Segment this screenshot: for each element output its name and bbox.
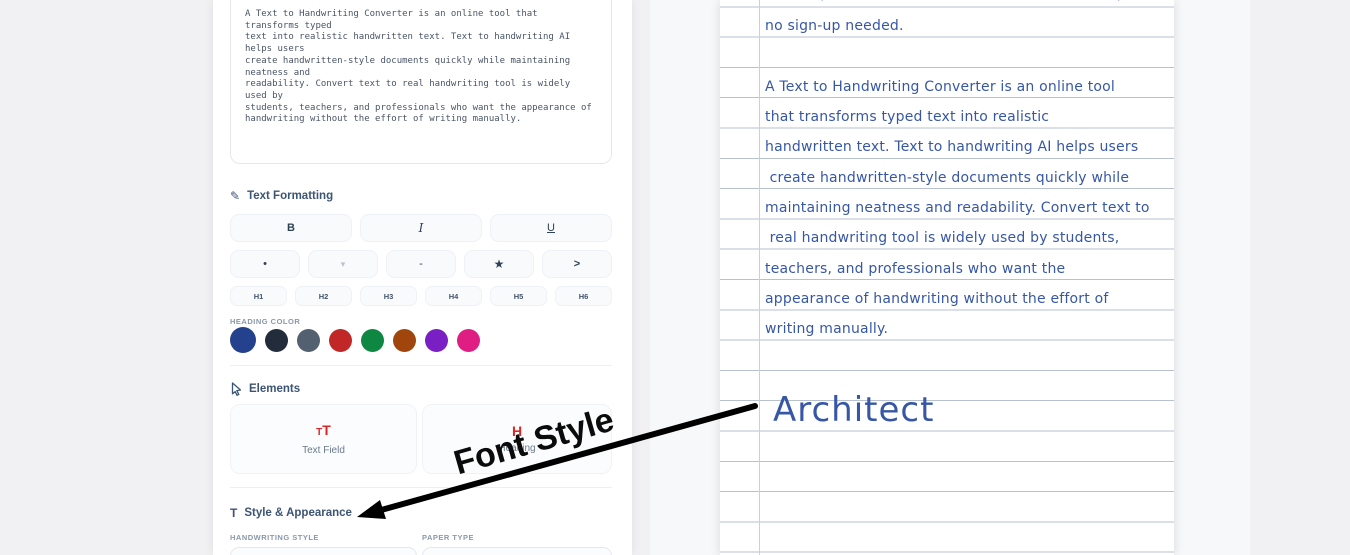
paper-type-label: PAPER TYPE [422, 533, 474, 542]
handwriting-line: no sign-up needed. [765, 18, 904, 34]
handwriting-line: that transforms typed text into realisti… [765, 109, 1049, 125]
handwriting-line: the tool, and download as PNG or PDF 100… [765, 0, 1122, 3]
elements-header: Elements [230, 382, 300, 396]
format-button-row: B I U [230, 214, 612, 242]
handwriting-style-label: HANDWRITING STYLE [230, 533, 319, 542]
page: A Text to Handwriting Converter is an on… [0, 0, 1350, 555]
underline-button[interactable]: U [490, 214, 612, 242]
handwriting-line: A Text to Handwriting Converter is an on… [765, 79, 1115, 95]
color-swatch-purple[interactable] [425, 329, 448, 352]
heading-color-label: HEADING COLOR [230, 317, 300, 326]
color-swatch-slate[interactable] [297, 329, 320, 352]
text-field-label: Text Field [302, 445, 345, 456]
paper-type-select[interactable] [422, 547, 612, 555]
text-formatting-title: Text Formatting [247, 190, 333, 202]
pencil-icon: ✎ [230, 190, 240, 202]
handwriting-paper-preview: the tool, and download as PNG or PDF 100… [720, 0, 1174, 555]
text-field-icon: TT [316, 423, 331, 440]
style-appearance-header: T Style & Appearance [230, 507, 352, 519]
divider [230, 487, 612, 488]
bullet-list-button[interactable]: • [230, 250, 300, 278]
handwriting-line: appearance of handwriting without the ef… [765, 291, 1109, 307]
handwriting-line: writing manually. [765, 321, 888, 337]
elements-title: Elements [249, 383, 300, 395]
handwriting-style-select[interactable] [230, 547, 417, 555]
color-swatch-brown[interactable] [393, 329, 416, 352]
text-formatting-header: ✎ Text Formatting [230, 190, 333, 202]
heading-button-row: H1 H2 H3 H4 H5 H6 [230, 286, 612, 306]
h5-button[interactable]: H5 [490, 286, 547, 306]
list-button-row: • ▾ - ★ > [230, 250, 612, 278]
handwriting-line: teachers, and professionals who want the [765, 261, 1065, 277]
element-card-heading[interactable]: H Heading [422, 404, 612, 474]
chevron-down-button[interactable]: ▾ [308, 250, 378, 278]
element-card-text-field[interactable]: TT Text Field [230, 404, 417, 474]
style-appearance-title: Style & Appearance [244, 507, 352, 519]
heading-color-swatches [230, 327, 480, 353]
star-list-button[interactable]: ★ [464, 250, 534, 278]
color-swatch-navy[interactable] [230, 327, 256, 353]
heading-icon: H [512, 424, 522, 438]
dash-list-button[interactable]: - [386, 250, 456, 278]
text-input[interactable]: A Text to Handwriting Converter is an on… [230, 0, 612, 164]
preview-panel: the tool, and download as PNG or PDF 100… [650, 0, 1250, 555]
h6-button[interactable]: H6 [555, 286, 612, 306]
arrow-list-button[interactable]: > [542, 250, 612, 278]
bold-button[interactable]: B [230, 214, 352, 242]
handwriting-line: create handwritten-style documents quick… [765, 170, 1129, 186]
h2-button[interactable]: H2 [295, 286, 352, 306]
h1-button[interactable]: H1 [230, 286, 287, 306]
h3-button[interactable]: H3 [360, 286, 417, 306]
text-style-icon: T [230, 507, 237, 519]
font-style-sample-text: Architect [773, 390, 934, 430]
divider [230, 365, 612, 366]
color-swatch-pink[interactable] [457, 329, 480, 352]
color-swatch-black[interactable] [265, 329, 288, 352]
handwriting-line: real handwriting tool is widely used by … [765, 230, 1119, 246]
editor-panel: A Text to Handwriting Converter is an on… [213, 0, 632, 555]
heading-label: Heading [498, 443, 535, 454]
color-swatch-red[interactable] [329, 329, 352, 352]
handwriting-line: handwritten text. Text to handwriting AI… [765, 139, 1138, 155]
h4-button[interactable]: H4 [425, 286, 482, 306]
italic-button[interactable]: I [360, 214, 482, 242]
handwriting-line: maintaining neatness and readability. Co… [765, 200, 1150, 216]
color-swatch-green[interactable] [361, 329, 384, 352]
handwritten-text: the tool, and download as PNG or PDF 100… [720, 0, 1174, 555]
cursor-icon [230, 382, 242, 396]
